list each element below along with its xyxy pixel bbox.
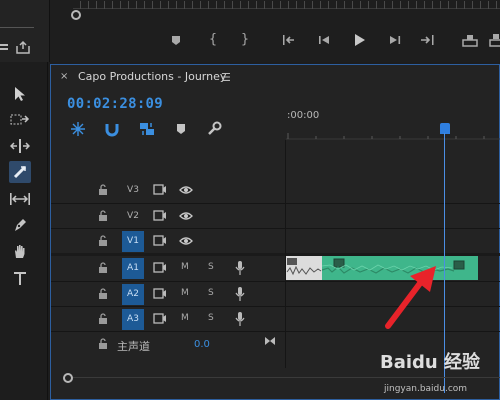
master-volume-value[interactable]: 0.0 [194,339,210,350]
lock-icon[interactable] [98,184,108,196]
track-target-v1[interactable]: V1 [122,231,144,252]
lock-icon[interactable] [98,338,108,350]
sync-lock-camera-icon[interactable] [153,235,167,246]
timeline-settings-wrench-icon[interactable] [205,121,223,137]
track-target-v2[interactable]: V2 [122,206,144,227]
eye-icon[interactable] [179,211,193,221]
snap-icon[interactable] [103,121,121,137]
ripple-edit-tool-icon[interactable] [9,135,31,157]
solo-button[interactable]: S [208,262,214,272]
razor-tool-icon[interactable] [9,161,31,183]
track-header-divider [285,140,286,368]
eye-icon[interactable] [179,236,193,246]
track-row-v2: V2 [51,203,500,228]
ruler-start-label: :00:00 [287,110,320,121]
sync-lock-icon[interactable] [153,288,167,299]
pen-tool-icon[interactable] [9,214,31,236]
lock-icon[interactable] [98,262,108,274]
sync-lock-icon[interactable] [153,262,167,273]
panel-scroll [0,27,34,28]
sync-lock-camera-icon[interactable] [153,210,167,221]
mute-button[interactable]: M [181,288,189,298]
mark-in-button[interactable]: { [204,30,222,50]
tools-panel [0,62,48,400]
add-marker-icon[interactable] [172,121,190,137]
go-to-out-button[interactable] [418,30,436,50]
playhead-timecode[interactable]: 00:02:28:09 [67,96,163,112]
red-arrow-annotation [385,266,436,329]
eye-icon[interactable] [179,185,193,195]
sync-lock-camera-icon[interactable] [153,184,167,195]
go-to-end-icon[interactable] [264,336,276,346]
mark-out-button[interactable]: } [236,30,254,50]
monitor-ruler [80,1,500,9]
mute-button[interactable]: M [181,313,189,323]
microphone-icon[interactable] [235,260,245,276]
extract-button[interactable] [488,30,500,50]
add-marker-button[interactable] [168,30,186,50]
track-target-a1[interactable]: A1 [122,258,144,279]
solo-button[interactable]: S [208,313,214,323]
project-panel-fragment [0,0,50,62]
step-back-button[interactable] [315,30,333,50]
sync-lock-icon[interactable] [153,313,167,324]
slip-tool-icon[interactable] [9,188,31,210]
sequence-tab-title[interactable]: Capo Productions - Journey [78,70,226,83]
timeline-zoom-scrollbar[interactable] [70,377,500,378]
monitor-scrub-track[interactable] [73,8,500,16]
track-row-v3: V3 [51,178,500,203]
baidu-watermark: Baidu 经验 [380,352,481,373]
track-row-v1: V1 [51,228,500,253]
track-target-a3[interactable]: A3 [122,309,144,330]
solo-button[interactable]: S [208,288,214,298]
master-track-label: 主声道 [117,340,150,353]
hand-tool-icon[interactable] [9,240,31,262]
lock-icon[interactable] [98,313,108,325]
lock-icon[interactable] [98,210,108,222]
time-ruler[interactable] [286,124,500,140]
play-button[interactable] [350,30,368,50]
lift-button[interactable] [460,30,478,50]
type-tool-icon[interactable] [9,267,31,289]
panel-menu-icon[interactable]: ☰ [221,71,231,84]
microphone-icon[interactable] [235,311,245,327]
lock-icon[interactable] [98,288,108,300]
playhead-handle[interactable] [440,123,450,134]
go-to-in-button[interactable] [280,30,298,50]
lock-icon[interactable] [98,235,108,247]
baidu-watermark-url: jingyan.baidu.com [384,384,468,394]
track-target-a2[interactable]: A2 [122,284,144,305]
zoom-scroll-handle[interactable] [63,373,73,383]
new-item-icon[interactable] [15,40,31,54]
close-tab-icon[interactable]: × [60,71,68,82]
monitor-zoom-handle[interactable] [71,10,81,20]
linked-selection-icon[interactable] [138,121,156,137]
track-select-tool-icon[interactable] [9,109,31,131]
selection-tool-icon[interactable] [9,83,31,105]
list-icon[interactable] [0,42,10,54]
nest-sequence-icon[interactable] [69,121,87,137]
microphone-icon[interactable] [235,286,245,302]
track-target-v3[interactable]: V3 [122,180,144,201]
mute-button[interactable]: M [181,262,189,272]
step-forward-button[interactable] [386,30,404,50]
video-clip-segment[interactable] [286,256,322,280]
